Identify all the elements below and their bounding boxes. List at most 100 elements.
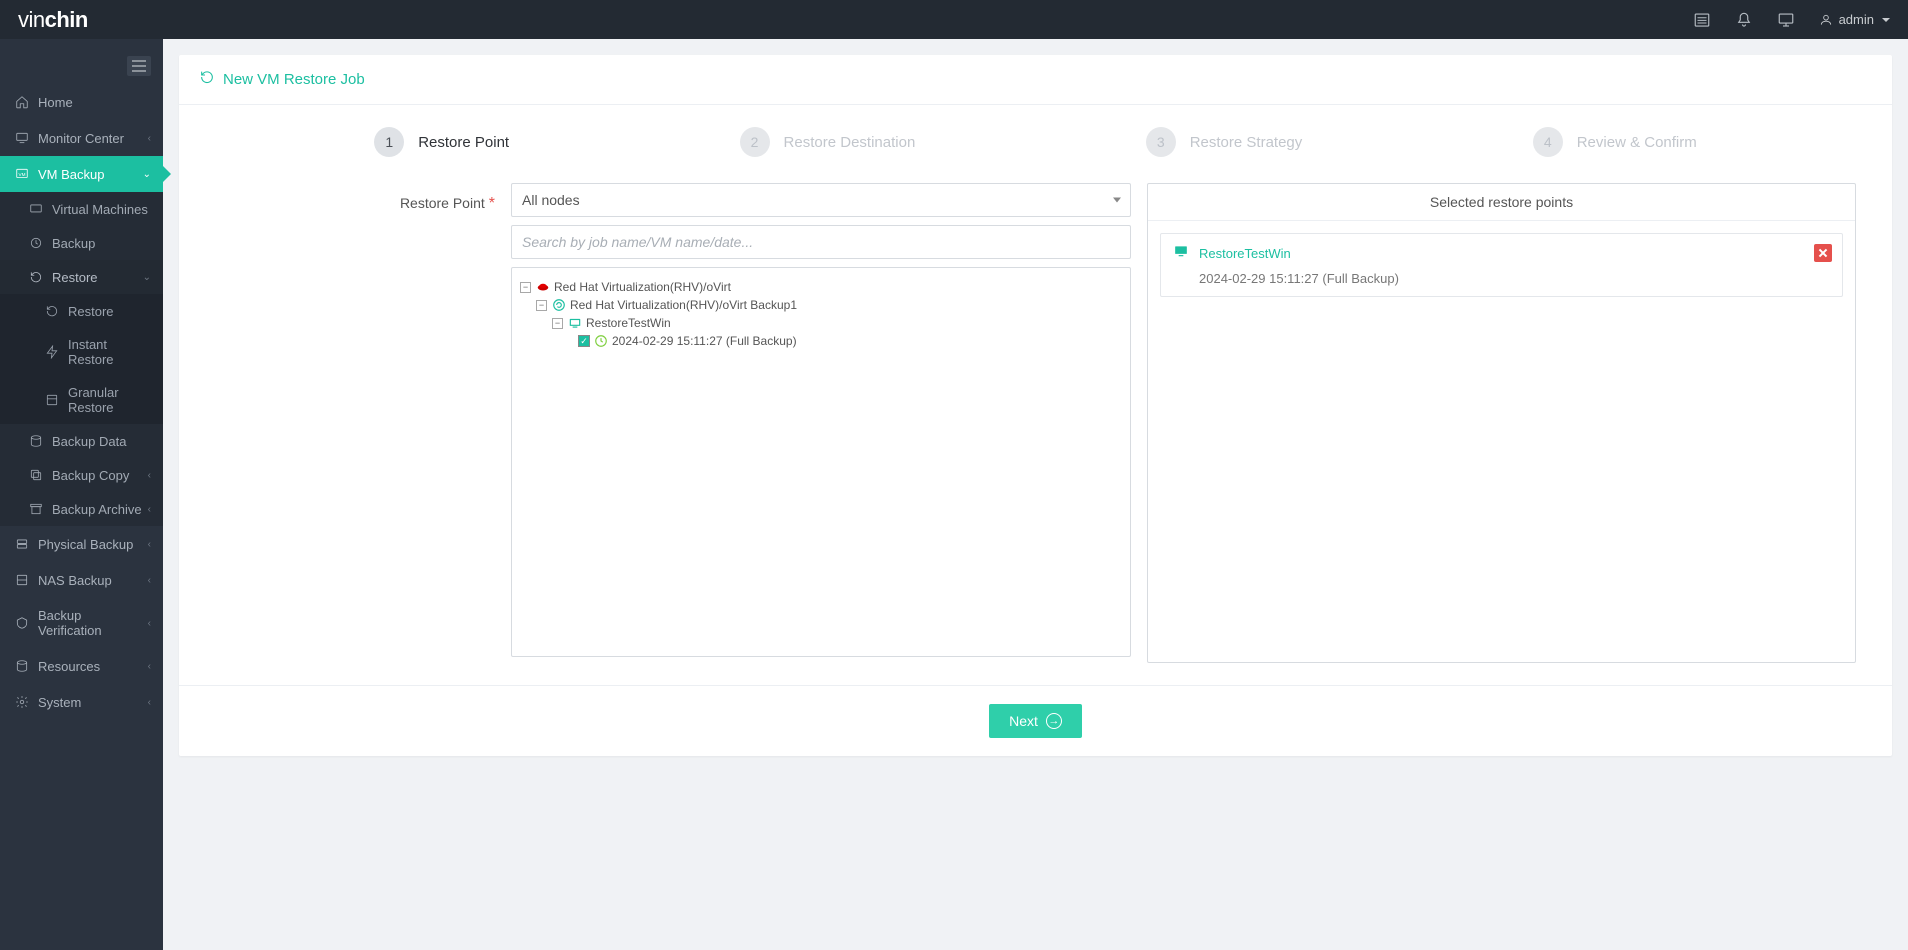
list-icon[interactable]	[1693, 11, 1711, 29]
granular-restore-icon	[44, 392, 60, 408]
svg-text:VM: VM	[19, 172, 26, 177]
chevron-left-icon: ‹	[148, 539, 151, 550]
chevron-left-icon: ‹	[148, 661, 151, 672]
sidebar: Home Monitor Center ‹ VM VM Backup ⌄ Vir…	[0, 39, 163, 950]
chevron-left-icon: ‹	[148, 504, 151, 515]
restore-icon	[28, 269, 44, 285]
job-icon	[551, 297, 567, 313]
nas-backup-icon	[14, 572, 30, 588]
node-select[interactable]: All nodes	[511, 183, 1131, 217]
menu-toggle[interactable]	[127, 56, 151, 76]
sidebar-item-label: Restore	[52, 270, 98, 285]
selected-restore-points-panel: Selected restore points RestoreTestWin 2…	[1147, 183, 1856, 663]
sidebar-item-physical-backup[interactable]: Physical Backup ‹	[0, 526, 163, 562]
sidebar-item-label: Backup	[52, 236, 95, 251]
collapse-icon[interactable]: −	[520, 282, 531, 293]
sidebar-item-virtual-machines[interactable]: Virtual Machines	[0, 192, 163, 226]
chevron-left-icon: ‹	[148, 470, 151, 481]
sidebar-item-label: System	[38, 695, 81, 710]
sidebar-item-granular-restore[interactable]: Granular Restore	[0, 376, 163, 424]
stepper: 1 Restore Point 2 Restore Destination 3 …	[179, 105, 1892, 183]
sidebar-item-instant-restore[interactable]: Instant Restore	[0, 328, 163, 376]
backup-data-icon	[28, 433, 44, 449]
backup-icon	[28, 235, 44, 251]
restore-point-label: Restore Point	[400, 195, 485, 211]
selected-restore-item: RestoreTestWin 2024-02-29 15:11:27 (Full…	[1160, 233, 1843, 297]
home-icon	[14, 94, 30, 110]
step-label: Restore Point	[418, 134, 509, 151]
chevron-left-icon: ‹	[148, 133, 151, 144]
system-icon	[14, 694, 30, 710]
remove-button[interactable]	[1814, 244, 1832, 262]
sidebar-item-backup-data[interactable]: Backup Data	[0, 424, 163, 458]
sidebar-item-backup-copy[interactable]: Backup Copy ‹	[0, 458, 163, 492]
sidebar-item-label: NAS Backup	[38, 573, 112, 588]
next-button[interactable]: Next	[989, 704, 1082, 738]
sidebar-item-label: Home	[38, 95, 73, 110]
tree-label: Red Hat Virtualization(RHV)/oVirt Backup…	[570, 298, 797, 312]
step-restore-strategy[interactable]: 3 Restore Strategy	[1146, 127, 1303, 157]
sidebar-item-label: Virtual Machines	[52, 202, 148, 217]
restore-icon	[44, 303, 60, 319]
clock-icon	[593, 333, 609, 349]
sidebar-item-label: Backup Verification	[38, 608, 148, 638]
topbar: vinchin admin	[0, 0, 1908, 39]
sidebar-item-label: VM Backup	[38, 167, 104, 182]
sidebar-item-backup-archive[interactable]: Backup Archive ‹	[0, 492, 163, 526]
collapse-icon[interactable]: −	[536, 300, 547, 311]
chevron-down-icon	[1882, 18, 1890, 22]
chevron-down-icon: ⌄	[143, 272, 151, 283]
monitor-center-icon	[14, 130, 30, 146]
sidebar-item-system[interactable]: System ‹	[0, 684, 163, 720]
sidebar-item-label: Backup Data	[52, 434, 126, 449]
step-restore-destination[interactable]: 2 Restore Destination	[740, 127, 916, 157]
sidebar-item-monitor-center[interactable]: Monitor Center ‹	[0, 120, 163, 156]
resources-icon	[14, 658, 30, 674]
sidebar-item-restore[interactable]: Restore ⌄	[0, 260, 163, 294]
search-input[interactable]	[511, 225, 1131, 259]
step-label: Review & Confirm	[1577, 134, 1697, 151]
sidebar-item-label: Resources	[38, 659, 100, 674]
collapse-icon[interactable]: −	[552, 318, 563, 329]
logo: vinchin	[18, 7, 88, 33]
checkbox-checked-icon[interactable]	[578, 335, 590, 347]
sidebar-item-resources[interactable]: Resources ‹	[0, 648, 163, 684]
main-content: New VM Restore Job 1 Restore Point 2 Res…	[163, 39, 1908, 950]
page-title: New VM Restore Job	[223, 71, 365, 88]
monitor-icon[interactable]	[1777, 11, 1795, 29]
sidebar-item-label: Physical Backup	[38, 537, 133, 552]
tree-node-restore-point[interactable]: 2024-02-29 15:11:27 (Full Backup)	[520, 332, 1122, 350]
redhat-icon	[535, 279, 551, 295]
tree-node-job[interactable]: − Red Hat Virtualization(RHV)/oVirt Back…	[520, 296, 1122, 314]
card: New VM Restore Job 1 Restore Point 2 Res…	[179, 55, 1892, 756]
vm-backup-icon: VM	[14, 166, 30, 182]
step-restore-point[interactable]: 1 Restore Point	[374, 127, 509, 157]
sidebar-item-backup-verification[interactable]: Backup Verification ‹	[0, 598, 163, 648]
tree-node-vm[interactable]: − RestoreTestWin	[520, 314, 1122, 332]
selected-restore-detail: 2024-02-29 15:11:27 (Full Backup)	[1173, 271, 1830, 286]
physical-backup-icon	[14, 536, 30, 552]
sidebar-item-label: Backup Archive	[52, 502, 142, 517]
step-number: 3	[1146, 127, 1176, 157]
vm-icon	[567, 315, 583, 331]
chevron-left-icon: ‹	[148, 618, 151, 629]
chevron-left-icon: ‹	[148, 575, 151, 586]
step-number: 2	[740, 127, 770, 157]
sidebar-item-label: Monitor Center	[38, 131, 124, 146]
selected-panel-title: Selected restore points	[1148, 184, 1855, 221]
step-review-confirm[interactable]: 4 Review & Confirm	[1533, 127, 1697, 157]
restore-point-tree: − Red Hat Virtualization(RHV)/oVirt − Re…	[511, 267, 1131, 657]
sidebar-item-vm-backup[interactable]: VM VM Backup ⌄	[0, 156, 163, 192]
bell-icon[interactable]	[1735, 11, 1753, 29]
vm-icon	[1173, 244, 1189, 263]
tree-label: Red Hat Virtualization(RHV)/oVirt	[554, 280, 731, 294]
sidebar-item-nas-backup[interactable]: NAS Backup ‹	[0, 562, 163, 598]
sidebar-item-restore-sub[interactable]: Restore	[0, 294, 163, 328]
user-menu[interactable]: admin	[1819, 12, 1890, 27]
tree-label: RestoreTestWin	[586, 316, 671, 330]
tree-node-platform[interactable]: − Red Hat Virtualization(RHV)/oVirt	[520, 278, 1122, 296]
sidebar-item-home[interactable]: Home	[0, 84, 163, 120]
refresh-icon	[199, 69, 215, 90]
sidebar-item-backup[interactable]: Backup	[0, 226, 163, 260]
backup-archive-icon	[28, 501, 44, 517]
